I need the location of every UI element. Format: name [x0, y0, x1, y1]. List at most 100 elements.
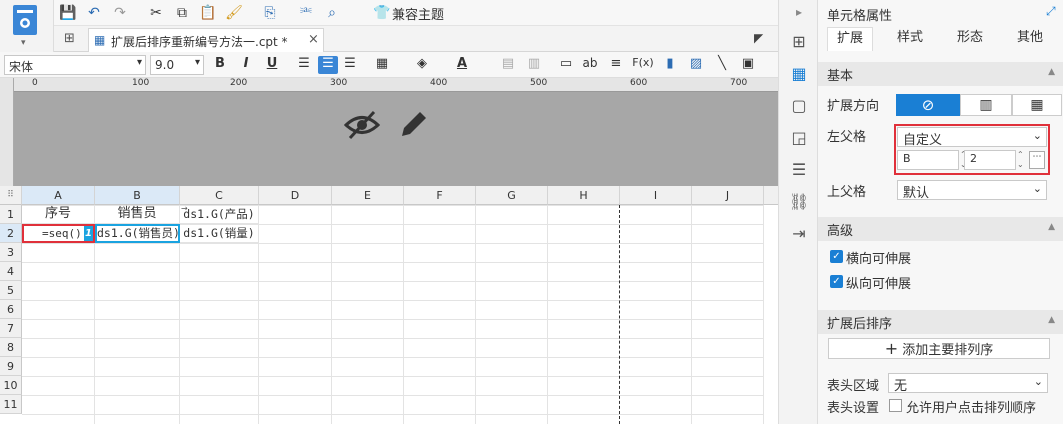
widget-icon[interactable]: ◲: [789, 128, 809, 148]
unmerge-cells-icon[interactable]: ▥: [524, 56, 544, 74]
row-header-3[interactable]: 3: [0, 243, 22, 262]
header-area-select[interactable]: 无 ⌄: [888, 373, 1048, 394]
chart-icon[interactable]: ▮: [660, 56, 680, 74]
search-report-icon[interactable]: ⌕: [322, 3, 342, 23]
horizontal-expand-button[interactable]: ▦: [1012, 94, 1062, 116]
h-stretch-checkbox[interactable]: ✓: [830, 250, 843, 263]
cut-icon[interactable]: ✂: [146, 3, 166, 23]
align-left-icon[interactable]: ☰: [294, 56, 314, 74]
row-header-5[interactable]: 5: [0, 281, 22, 300]
plugin-icon[interactable]: ⎃: [296, 3, 316, 23]
cell-picker-icon[interactable]: ⋯: [1029, 151, 1045, 169]
expand-panel-icon[interactable]: ⤢: [1046, 4, 1056, 19]
close-icon[interactable]: ×: [308, 32, 319, 47]
redo-icon[interactable]: ↷: [110, 3, 130, 23]
col-header-g[interactable]: G: [476, 186, 548, 205]
template-icon[interactable]: ⊞: [789, 32, 809, 52]
col-header-c[interactable]: C: [180, 186, 259, 205]
tab-other[interactable]: 其他: [1006, 27, 1054, 51]
font-select[interactable]: 宋体 ▾: [4, 55, 146, 75]
cell-b2[interactable]: ds1.G(销售员): [95, 224, 180, 243]
col-header-i[interactable]: I: [620, 186, 692, 205]
formula-button[interactable]: F(x): [632, 56, 654, 74]
allow-click-sort-checkbox[interactable]: [889, 399, 902, 412]
tab-menu-icon[interactable]: ◤: [754, 31, 763, 45]
bold-button[interactable]: B: [210, 56, 230, 74]
collapse-arrow-icon[interactable]: ▸: [789, 2, 809, 22]
underline-button[interactable]: U: [262, 56, 282, 74]
text-button[interactable]: ab: [580, 56, 600, 74]
cell-property-icon[interactable]: ▦: [789, 64, 809, 84]
row-header-10[interactable]: 10: [0, 376, 22, 395]
vertical-expand-button[interactable]: ▥: [960, 94, 1012, 116]
compat-theme-button[interactable]: 兼容主题: [392, 4, 444, 23]
format-brush-icon[interactable]: 🖌: [224, 3, 244, 23]
row-header-7[interactable]: 7: [0, 319, 22, 338]
tab-report[interactable]: ▦ 扩展后排序重新编号方法一.cpt * ×: [88, 28, 324, 52]
hyperlink-icon[interactable]: ⛓: [789, 192, 809, 212]
select-all-corner[interactable]: ⠿: [0, 186, 22, 205]
app-menu[interactable]: ▾: [0, 0, 54, 54]
edit-pencil-icon[interactable]: [398, 108, 428, 140]
col-header-b[interactable]: B: [95, 186, 180, 205]
upper-parent-select[interactable]: 默认 ⌄: [897, 180, 1047, 201]
app-logo-icon[interactable]: [12, 4, 38, 38]
col-header-f[interactable]: F: [404, 186, 476, 205]
tab-style[interactable]: 样式: [886, 27, 934, 51]
theme-icon[interactable]: 👕: [372, 3, 392, 23]
border-icon[interactable]: ▦: [372, 56, 392, 74]
row-header-9[interactable]: 9: [0, 357, 22, 376]
link-icon[interactable]: ▭: [556, 56, 576, 74]
cell-element-icon[interactable]: ▢: [789, 96, 809, 116]
col-header-j[interactable]: J: [692, 186, 764, 205]
chevron-down-icon[interactable]: ▾: [21, 38, 26, 48]
undo-icon[interactable]: ↶: [84, 3, 104, 23]
copy-icon[interactable]: ⧉: [172, 3, 192, 23]
condition-icon[interactable]: ☰: [789, 160, 809, 180]
section-advanced[interactable]: 高级 ▲: [818, 217, 1063, 241]
row-header-8[interactable]: 8: [0, 338, 22, 357]
image-icon[interactable]: ▨: [686, 56, 706, 74]
left-parent-row-input[interactable]: 2: [964, 150, 1016, 170]
tab-expand[interactable]: 扩展: [827, 27, 873, 51]
row-header-11[interactable]: 11: [0, 395, 22, 414]
row-header-1[interactable]: 1: [0, 205, 22, 224]
row-header-6[interactable]: 6: [0, 300, 22, 319]
font-size-select[interactable]: 9.0 ▾: [150, 55, 204, 75]
add-sort-button[interactable]: + 添加主要排列序: [828, 338, 1050, 359]
section-sort-after[interactable]: 扩展后排序 ▲: [818, 310, 1063, 334]
cell-a1[interactable]: 序号: [22, 205, 95, 224]
col-header-d[interactable]: D: [259, 186, 332, 205]
section-basic[interactable]: 基本 ▲: [818, 62, 1063, 86]
cell-c2[interactable]: ds1.G(销量): [180, 224, 259, 243]
col-header-e[interactable]: E: [332, 186, 404, 205]
cell-b1[interactable]: 销售员: [95, 205, 180, 224]
save-icon[interactable]: 💾: [58, 3, 78, 23]
row-header-2[interactable]: 2: [0, 224, 22, 243]
ruler-tick: 700: [730, 78, 748, 88]
align-right-icon[interactable]: ☰: [340, 56, 360, 74]
left-parent-select[interactable]: 自定义 ⌄: [897, 127, 1047, 148]
italic-button[interactable]: I: [236, 56, 256, 74]
fill-color-icon[interactable]: ◈: [412, 56, 432, 74]
paste-icon[interactable]: 📋: [198, 3, 218, 23]
v-stretch-checkbox[interactable]: ✓: [830, 275, 843, 288]
preview-icon[interactable]: ⎘: [260, 3, 280, 23]
col-header-a[interactable]: A: [22, 186, 95, 205]
paragraph-icon[interactable]: ≡: [606, 56, 626, 74]
font-color-icon[interactable]: A: [452, 56, 472, 74]
left-parent-col-input[interactable]: B: [897, 150, 959, 170]
hide-eye-icon[interactable]: [344, 110, 380, 140]
col-header-h[interactable]: H: [548, 186, 620, 205]
no-expand-button[interactable]: ⊘: [896, 94, 960, 116]
row-header-4[interactable]: 4: [0, 262, 22, 281]
row-stepper-icon[interactable]: ⌃ ⌄: [1017, 150, 1024, 170]
import-icon[interactable]: ⇥: [789, 224, 809, 244]
align-center-icon[interactable]: ☰: [318, 56, 338, 74]
cell-c1[interactable]: ds1.G(产品): [180, 205, 259, 224]
grid-view-icon[interactable]: ⊞: [64, 31, 75, 46]
slash-icon[interactable]: ╲: [712, 56, 732, 74]
tab-form[interactable]: 形态: [946, 27, 994, 51]
merge-cells-icon[interactable]: ▤: [498, 56, 518, 74]
subreport-icon[interactable]: ▣: [738, 56, 758, 74]
